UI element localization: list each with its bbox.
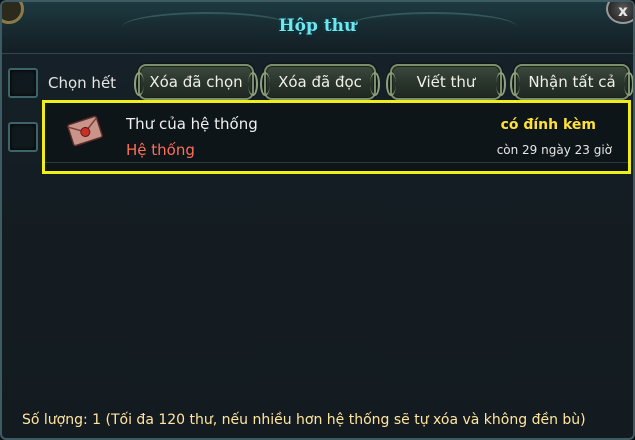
mail-count-info: Số lượng: 1 (Tối đa 120 thư, nếu nhiều h… <box>22 412 586 428</box>
mail-expiry: còn 29 ngày 23 giờ <box>496 143 612 157</box>
mail-list-item[interactable]: Thư của hệ thống Hệ thống có đính kèm cò… <box>42 100 631 174</box>
delete-read-button[interactable]: Xóa đã đọc <box>260 64 380 100</box>
select-all-label: Chọn hết <box>48 74 117 92</box>
write-mail-button[interactable]: Viết thư <box>386 64 506 100</box>
title-bar: Hộp thư <box>2 2 633 54</box>
window-title: Hộp thư <box>278 16 357 36</box>
mail-sender: Hệ thống <box>126 141 195 159</box>
select-all-checkbox[interactable] <box>8 68 38 98</box>
letter-icon <box>67 115 103 147</box>
mail-subject: Thư của hệ thống <box>126 115 258 133</box>
delete-selected-button[interactable]: Xóa đã chọn <box>134 64 258 100</box>
mail-checkbox[interactable] <box>8 122 38 152</box>
mailbox-window: Hộp thư x Chọn hết Xóa đã chọn Xóa đã đọ… <box>0 0 635 440</box>
row-divider <box>45 162 628 163</box>
attachment-badge: có đính kèm <box>500 117 596 133</box>
receive-all-button[interactable]: Nhận tất cả <box>510 64 633 100</box>
